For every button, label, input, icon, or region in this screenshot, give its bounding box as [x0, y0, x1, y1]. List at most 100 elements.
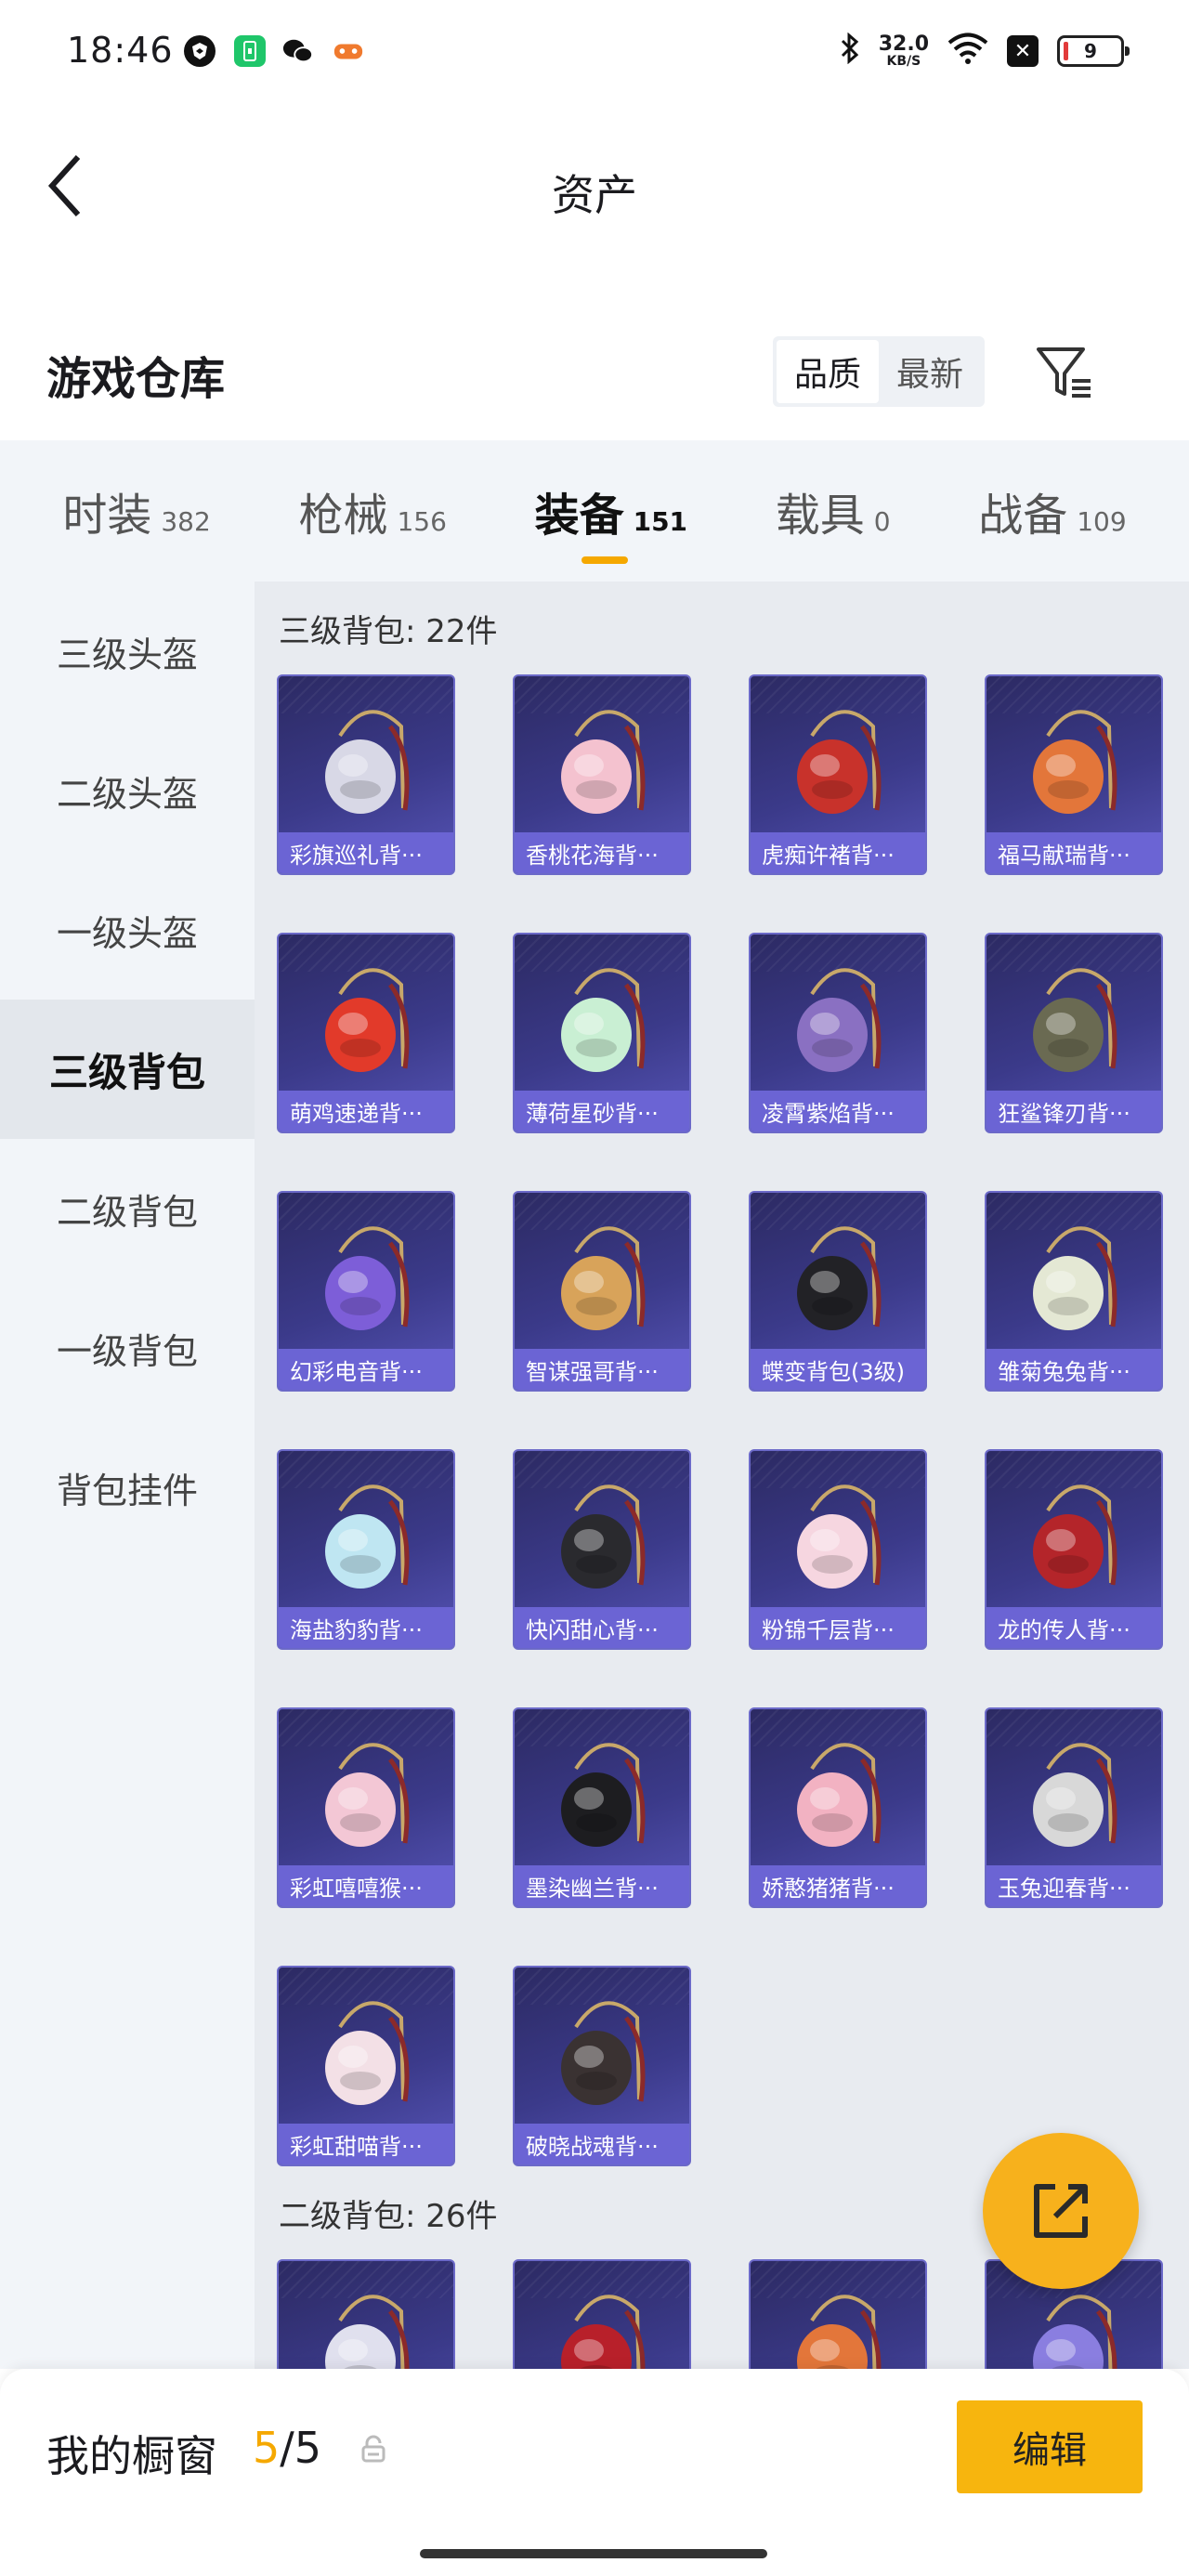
- backpack-icon: [1033, 968, 1117, 1072]
- backpack-icon: [325, 2001, 410, 2105]
- tab-count: 156: [397, 506, 447, 537]
- network-speed-unit: KB/S: [886, 54, 921, 69]
- item-name: 雏菊兔兔背···: [986, 1349, 1161, 1390]
- item-card[interactable]: 龙的传人背···: [985, 1449, 1163, 1650]
- item-card[interactable]: 香桃花海背···: [513, 674, 691, 875]
- backpack-icon: [325, 2295, 410, 2369]
- close-box-icon: ✕: [1007, 35, 1039, 67]
- sort-newest-button[interactable]: 最新: [879, 340, 981, 403]
- item-name: 墨染幽兰背···: [515, 1865, 689, 1906]
- side-nav: 三级头盔 二级头盔 一级头盔 三级背包 二级背包 一级背包 背包挂件: [0, 582, 255, 2369]
- battery-icon: 9: [1057, 35, 1130, 67]
- item-name: 狂鲨锋刃背···: [986, 1091, 1161, 1131]
- lock-icon: [361, 2435, 385, 2463]
- item-card[interactable]: 雏菊兔兔背···: [985, 1191, 1163, 1392]
- side-item-backpack-charm[interactable]: 背包挂件: [0, 1418, 255, 1557]
- showcase-count: 5/5: [253, 2423, 321, 2473]
- item-card[interactable]: 彩虹甜喵背···: [277, 1966, 455, 2166]
- backpack-icon: [325, 710, 410, 814]
- item-card[interactable]: 萌鸡速递背···: [277, 933, 455, 1133]
- side-item-backpack-2[interactable]: 二级背包: [0, 1139, 255, 1278]
- backpack-icon: [561, 1226, 646, 1330]
- warehouse-title: 游戏仓库: [46, 353, 226, 405]
- backpack-icon: [1033, 710, 1117, 814]
- side-item-helmet-1[interactable]: 一级头盔: [0, 860, 255, 1000]
- backpack-icon: [1033, 1743, 1117, 1847]
- side-item-backpack-3[interactable]: 三级背包: [0, 1000, 255, 1139]
- backpack-icon: [797, 1484, 882, 1589]
- filter-list-icon: [1037, 347, 1091, 398]
- item-card[interactable]: 破晓战魂背···: [513, 1966, 691, 2166]
- tab-equipment[interactable]: 装备 151: [535, 478, 688, 564]
- backpack-icon: [797, 1743, 882, 1847]
- backpack-icon: [797, 968, 882, 1072]
- tab-vehicles[interactable]: 载具 0: [776, 478, 891, 543]
- bluetooth-icon: [840, 32, 860, 71]
- title-bar: 资产: [0, 102, 1189, 269]
- home-indicator: [420, 2549, 767, 2558]
- item-card[interactable]: 粉锦千层背···: [749, 1449, 927, 1650]
- backpack-icon: [797, 2295, 882, 2369]
- battery-level: 9: [1084, 40, 1097, 62]
- backpack-icon: [1033, 1484, 1117, 1589]
- item-name: 彩旗巡礼背···: [279, 832, 453, 873]
- backpack-icon: [561, 1484, 646, 1589]
- wifi-icon: [947, 33, 988, 71]
- item-name: 薄荷星砂背···: [515, 1091, 689, 1131]
- side-item-helmet-2[interactable]: 二级头盔: [0, 721, 255, 860]
- item-card[interactable]: 智谋强哥背···: [513, 1191, 691, 1392]
- item-name: 海盐豹豹背···: [279, 1607, 453, 1648]
- item-card[interactable]: 幻彩电音背···: [277, 1191, 455, 1392]
- item-card[interactable]: 狂鲨锋刃背···: [985, 933, 1163, 1133]
- tab-count: 151: [633, 506, 688, 537]
- item-name: 龙的传人背···: [986, 1607, 1161, 1648]
- category-tabs: 时装 382 枪械 156 装备 151 载具 0 战备 109: [0, 440, 1189, 582]
- item-name: 萌鸡速递背···: [279, 1091, 453, 1131]
- tab-combat-gear[interactable]: 战备 109: [978, 478, 1126, 543]
- side-item-backpack-1[interactable]: 一级背包: [0, 1278, 255, 1418]
- item-name: 娇憨猪猪背···: [751, 1865, 925, 1906]
- shield-app-icon: [184, 35, 216, 67]
- edit-button[interactable]: 编辑: [957, 2400, 1143, 2493]
- showcase-total: /5: [280, 2423, 322, 2473]
- item-card[interactable]: 福马献瑞背···: [985, 674, 1163, 875]
- tab-firearms[interactable]: 枪械 156: [298, 478, 446, 543]
- item-card[interactable]: 彩旗巡礼背···: [277, 674, 455, 875]
- sort-quality-button[interactable]: 品质: [777, 340, 879, 403]
- tab-count: 109: [1077, 506, 1127, 537]
- page-title: 资产: [552, 170, 637, 220]
- backpack-icon: [561, 1743, 646, 1847]
- side-item-helmet-3[interactable]: 三级头盔: [0, 582, 255, 721]
- item-card[interactable]: 凌霄紫焰背···: [749, 933, 927, 1133]
- backpack-icon: [325, 1484, 410, 1589]
- item-card[interactable]: 虎痴许褚背···: [749, 674, 927, 875]
- tab-label: 战备: [978, 490, 1068, 542]
- item-name: 彩虹嘻嘻猴···: [279, 1865, 453, 1906]
- game-app-icon: [333, 35, 364, 67]
- share-out-icon: [1034, 2184, 1088, 2238]
- item-name: 虎痴许褚背···: [751, 832, 925, 873]
- tab-fashion[interactable]: 时装 382: [62, 478, 210, 543]
- status-bar: 18:46 32.0 KB/S ✕ 9: [0, 0, 1189, 102]
- item-grid-area[interactable]: 三级背包: 22件 彩旗巡礼背··· 香桃花海背··· 虎痴许褚背··· 福马献瑞背·…: [255, 582, 1189, 2369]
- item-card[interactable]: 玉兔迎春背···: [985, 1707, 1163, 1908]
- backpack-icon: [1033, 1226, 1117, 1330]
- wechat-icon: [282, 35, 314, 67]
- filter-button[interactable]: [1035, 344, 1094, 403]
- section-title: 二级背包: 26件: [279, 2198, 498, 2235]
- item-card[interactable]: [277, 2259, 455, 2369]
- item-card[interactable]: [513, 2259, 691, 2369]
- backpack-icon: [325, 1743, 410, 1847]
- item-card[interactable]: [749, 2259, 927, 2369]
- item-card[interactable]: 海盐豹豹背···: [277, 1449, 455, 1650]
- item-card[interactable]: 彩虹嘻嘻猴···: [277, 1707, 455, 1908]
- item-card[interactable]: 蝶变背包(3级): [749, 1191, 927, 1392]
- item-card[interactable]: 薄荷星砂背···: [513, 933, 691, 1133]
- tab-count: 382: [161, 506, 211, 537]
- share-button[interactable]: [983, 2133, 1139, 2289]
- item-card[interactable]: 快闪甜心背···: [513, 1449, 691, 1650]
- backpack-icon: [561, 710, 646, 814]
- item-card[interactable]: 墨染幽兰背···: [513, 1707, 691, 1908]
- section-title: 三级背包: 22件: [279, 613, 498, 650]
- item-card[interactable]: 娇憨猪猪背···: [749, 1707, 927, 1908]
